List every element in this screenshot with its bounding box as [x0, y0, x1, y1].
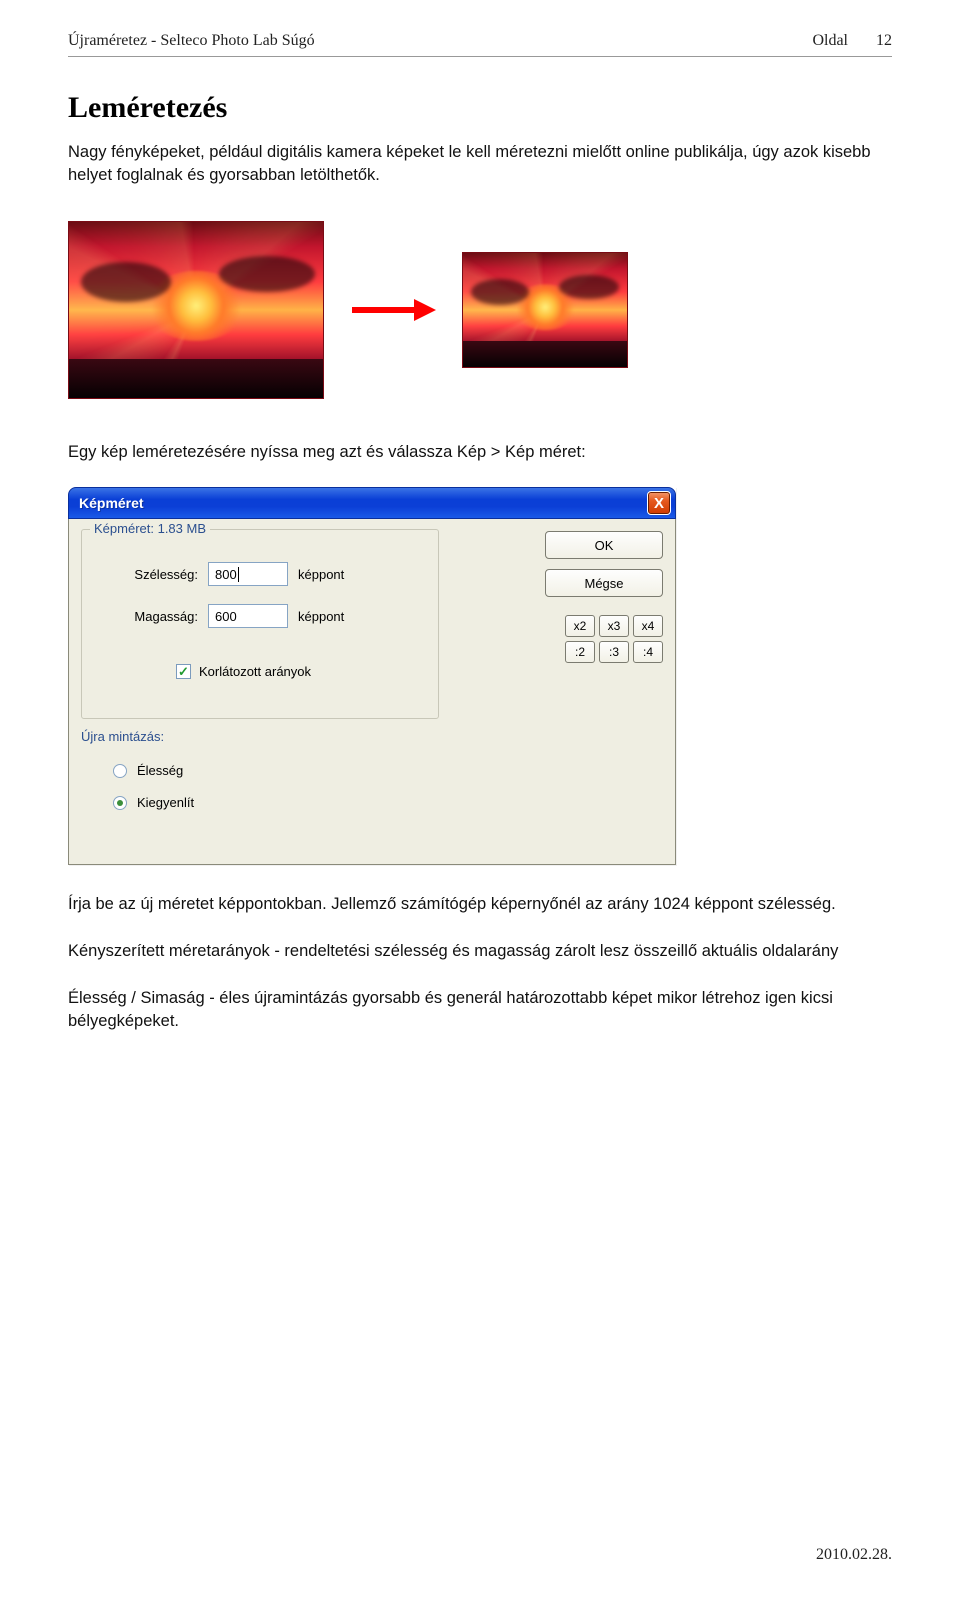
resize-illustration	[68, 221, 892, 399]
forced-ratio-text: Kényszerített méretarányok - rendeltetés…	[68, 940, 892, 963]
header-divider	[68, 56, 892, 57]
width-unit: képpont	[298, 567, 344, 582]
open-instruction-text: Egy kép leméretezésére nyíssa meg azt és…	[68, 441, 892, 464]
sharpness-radio-label: Élesség	[137, 763, 183, 778]
smooth-radio-label: Kiegyenlít	[137, 795, 194, 810]
arrow-icon	[350, 297, 436, 323]
constrain-label: Korlátozott arányok	[199, 664, 311, 679]
header-page-label: Oldal	[812, 32, 848, 50]
constrain-checkbox[interactable]: ✓	[176, 664, 191, 679]
header-page-number: 12	[876, 32, 892, 50]
size-fieldset: Képméret: 1.83 MB Szélesség: 800 képpont…	[81, 529, 439, 719]
close-icon: X	[654, 495, 664, 512]
sunset-image-small	[462, 252, 628, 368]
ok-button[interactable]: OK	[545, 531, 663, 559]
scale-button-grid: x2 x3 x4 :2 :3 :4	[565, 615, 663, 663]
check-icon: ✓	[178, 665, 189, 678]
close-button[interactable]: X	[647, 491, 671, 515]
size-legend: Képméret: 1.83 MB	[90, 521, 210, 536]
smooth-radio[interactable]	[113, 796, 127, 810]
enter-size-text: Írja be az új méretet képpontokban. Jell…	[68, 893, 892, 916]
page-header: Újraméretez - Selteco Photo Lab Súgó Old…	[68, 32, 892, 50]
scale-x4-button[interactable]: x4	[633, 615, 663, 637]
sharpness-radio[interactable]	[113, 764, 127, 778]
header-left: Újraméretez - Selteco Photo Lab Súgó	[68, 32, 315, 50]
intro-text: Nagy fényképeket, például digitális kame…	[68, 141, 892, 187]
scale-x3-button[interactable]: x3	[599, 615, 629, 637]
dialog-titlebar: Képméret X	[68, 487, 676, 519]
image-size-dialog: Képméret X Képméret: 1.83 MB Szélesség: …	[68, 487, 676, 865]
sharpness-text: Élesség / Simaság - éles újramintázás gy…	[68, 987, 892, 1033]
sunset-image-large	[68, 221, 324, 399]
scale-d2-button[interactable]: :2	[565, 641, 595, 663]
width-label: Szélesség:	[88, 567, 198, 582]
scale-x2-button[interactable]: x2	[565, 615, 595, 637]
resample-label: Újra mintázás:	[81, 729, 164, 744]
dialog-title-text: Képméret	[79, 495, 144, 511]
footer-date: 2010.02.28.	[816, 1546, 892, 1564]
page-title: Leméretezés	[68, 91, 892, 125]
cancel-button[interactable]: Mégse	[545, 569, 663, 597]
width-input[interactable]: 800	[208, 562, 288, 586]
height-input[interactable]: 600	[208, 604, 288, 628]
scale-d4-button[interactable]: :4	[633, 641, 663, 663]
height-unit: képpont	[298, 609, 344, 624]
scale-d3-button[interactable]: :3	[599, 641, 629, 663]
height-label: Magasság:	[88, 609, 198, 624]
